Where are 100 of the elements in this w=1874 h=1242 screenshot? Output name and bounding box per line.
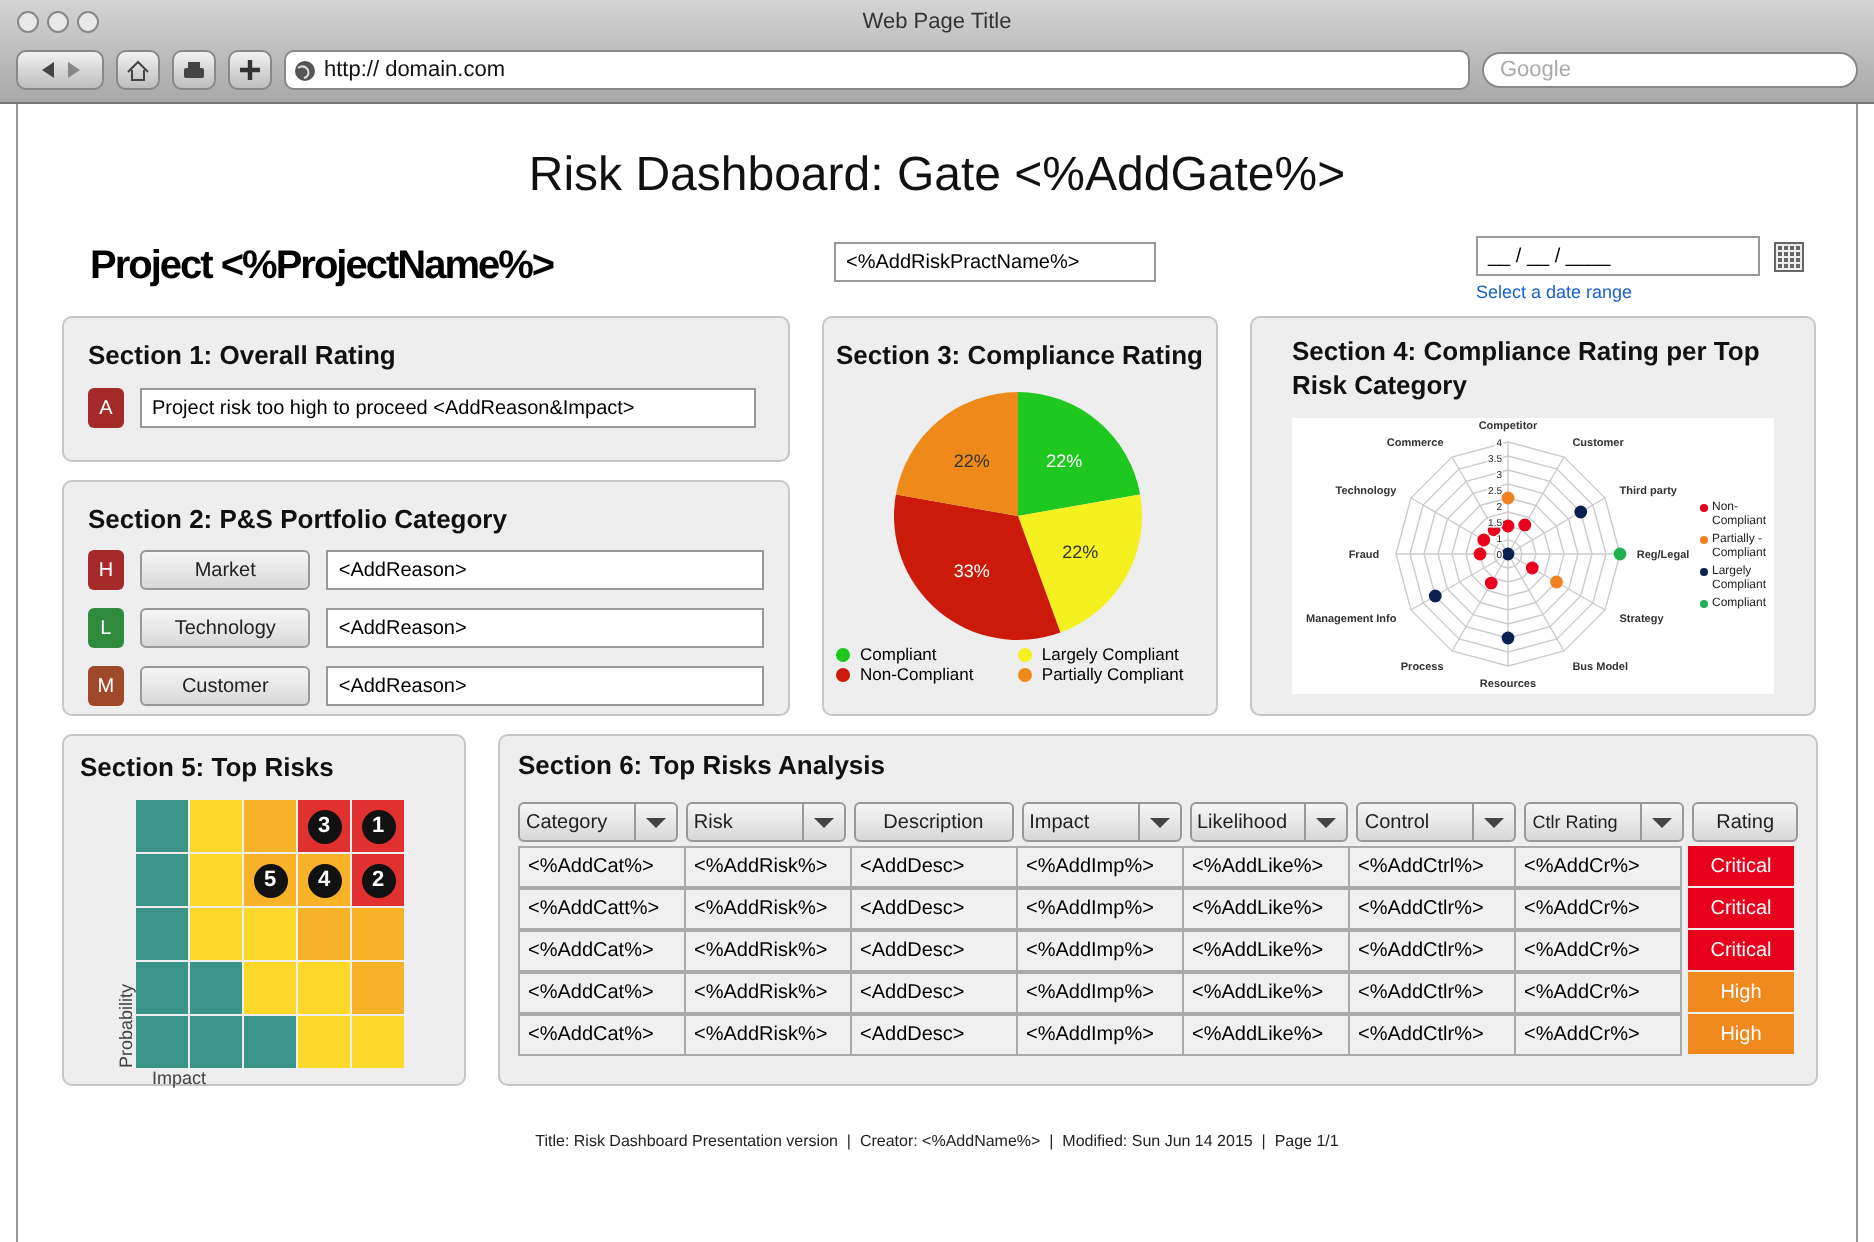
table-cell: <AddDesc> xyxy=(850,930,1018,972)
rating-cell: High xyxy=(1688,972,1794,1012)
table-cell: <%AddCr%> xyxy=(1514,846,1682,888)
table-cell: <%AddCat%> xyxy=(518,930,686,972)
table-cell: <AddDesc> xyxy=(850,972,1018,1014)
table-cell: <%AddLike%> xyxy=(1182,1014,1350,1056)
practitioner-field[interactable]: <%AddRiskPractName%> xyxy=(834,242,1156,282)
column-filter-dropdown[interactable]: Risk xyxy=(685,802,846,842)
legend-dot xyxy=(1017,647,1032,661)
printer-icon xyxy=(182,59,206,81)
date-field[interactable]: __ / __ / ____ xyxy=(1476,236,1760,276)
home-button[interactable] xyxy=(116,50,160,90)
category-badge: L xyxy=(88,608,124,648)
rating-cell: Critical xyxy=(1688,888,1794,928)
table-cell: <%AddLike%> xyxy=(1182,888,1350,930)
category-button[interactable]: Technology xyxy=(139,608,311,648)
table-cell: <%AddCr%> xyxy=(1514,972,1682,1014)
table-cell: <%AddImp%> xyxy=(1016,1014,1184,1056)
table-cell: <%AddLike%> xyxy=(1182,972,1350,1014)
slice-label: 33% xyxy=(953,561,990,582)
category-badge: M xyxy=(88,666,124,706)
table-cell: <%AddImp%> xyxy=(1016,846,1184,888)
globe-icon xyxy=(294,59,316,81)
risk-marker: 3 xyxy=(307,809,341,843)
axis-label: Probability xyxy=(116,983,136,1068)
add-button[interactable] xyxy=(228,50,272,90)
calendar-icon[interactable] xyxy=(1774,241,1804,271)
section-title: Section 1: Overall Rating xyxy=(88,338,398,372)
legend-label: Largely Compliant xyxy=(1041,644,1179,664)
category-button[interactable]: Market xyxy=(139,550,311,590)
table-cell: <%AddCtlr%> xyxy=(1348,888,1516,930)
risk-marker: 2 xyxy=(361,863,395,897)
search-field[interactable]: Google xyxy=(1482,52,1858,88)
rating-badge: A xyxy=(88,388,124,428)
rating-cell: Critical xyxy=(1688,930,1794,970)
address-field[interactable]: http:// domain.com xyxy=(284,50,1470,90)
rating-cell: Critical xyxy=(1688,846,1794,886)
legend-label: Partially Compliant xyxy=(1041,664,1184,684)
project-title: Project <%ProjectName%> xyxy=(90,244,556,290)
column-filter-dropdown[interactable]: Category xyxy=(518,802,678,842)
rating-cell: High xyxy=(1688,1014,1794,1054)
risk-marker: 5 xyxy=(253,863,287,897)
table-cell: <%AddCr%> xyxy=(1514,1014,1682,1056)
table-cell: <%AddRisk%> xyxy=(684,972,852,1014)
table-cell: <%AddLike%> xyxy=(1182,930,1350,972)
axis-label: Impact xyxy=(152,1068,209,1088)
section-title: Section 4: Compliance Rating per Top Risk Category xyxy=(1292,334,1762,402)
table-cell: <%AddImp%> xyxy=(1016,972,1184,1014)
table-cell: <%AddRisk%> xyxy=(684,846,852,888)
table-cell: <%AddLike%> xyxy=(1182,846,1350,888)
category-button[interactable]: Customer xyxy=(139,666,311,706)
table-cell: <%AddCtrl%> xyxy=(1348,846,1516,888)
back-forward-button[interactable] xyxy=(16,50,104,90)
table-cell: <%AddRisk%> xyxy=(684,930,852,972)
table-cell: <%AddCr%> xyxy=(1514,930,1682,972)
table-cell: <%AddImp%> xyxy=(1016,930,1184,972)
print-button[interactable] xyxy=(172,50,216,90)
plus-icon xyxy=(240,60,260,80)
column-filter-dropdown[interactable]: Ctlr Rating xyxy=(1524,802,1685,842)
slice-label: 22% xyxy=(953,450,990,471)
column-header-button[interactable]: Description xyxy=(853,802,1014,842)
slice-label: 22% xyxy=(1046,450,1083,471)
table-cell: <%AddCtlr%> xyxy=(1348,972,1516,1014)
table-cell: <%AddCtlr%> xyxy=(1348,930,1516,972)
section-title: Section 5: Top Risks xyxy=(80,750,336,784)
table-cell: <AddDesc> xyxy=(850,1014,1018,1056)
table-cell: <%AddCat%> xyxy=(518,972,686,1014)
reason-field[interactable]: <AddReason> xyxy=(326,666,764,706)
reason-field[interactable]: <AddReason> xyxy=(326,550,764,590)
window-title: Web Page Title xyxy=(860,10,1014,34)
reason-field[interactable]: <AddReason> xyxy=(326,608,764,648)
section-title: Section 2: P&S Portfolio Category xyxy=(88,502,509,536)
table-cell: <%AddCat%> xyxy=(518,846,686,888)
table-cell: <%AddCatt%> xyxy=(518,888,686,930)
legend-dot xyxy=(1017,667,1032,681)
home-icon xyxy=(126,59,150,81)
legend-dot xyxy=(836,667,850,681)
section-title: Section 6: Top Risks Analysis xyxy=(518,748,887,782)
legend-label: Non-Compliant xyxy=(860,664,974,684)
legend-dot xyxy=(836,647,850,661)
dashboard-title: Risk Dashboard: Gate <%AddGate%> xyxy=(526,148,1348,204)
back-icon xyxy=(37,60,57,80)
slice-label: 22% xyxy=(1062,541,1099,562)
date-range-link[interactable]: Select a date range xyxy=(1476,282,1804,302)
risk-marker: 4 xyxy=(307,863,341,897)
column-filter-dropdown[interactable]: Impact xyxy=(1021,802,1181,842)
column-header-button[interactable]: Rating xyxy=(1692,802,1799,842)
table-cell: <%AddRisk%> xyxy=(684,888,852,930)
section-title: Section 3: Compliance Rating xyxy=(836,338,1204,372)
column-filter-dropdown[interactable]: Control xyxy=(1356,802,1517,842)
table-cell: <%AddCtlr%> xyxy=(1348,1014,1516,1056)
table-cell: <AddDesc> xyxy=(850,888,1018,930)
reason-field[interactable]: Project risk too high to proceed <AddReason&Impact> xyxy=(140,388,756,428)
table-cell: <%AddRisk%> xyxy=(684,1014,852,1056)
table-cell: <%AddCr%> xyxy=(1514,888,1682,930)
column-filter-dropdown[interactable]: Likelihood xyxy=(1189,802,1349,842)
table-cell: <%AddCat%> xyxy=(518,1014,686,1056)
table-cell: <AddDesc> xyxy=(850,846,1018,888)
forward-icon xyxy=(63,60,83,80)
legend-label: Compliant xyxy=(860,644,937,664)
